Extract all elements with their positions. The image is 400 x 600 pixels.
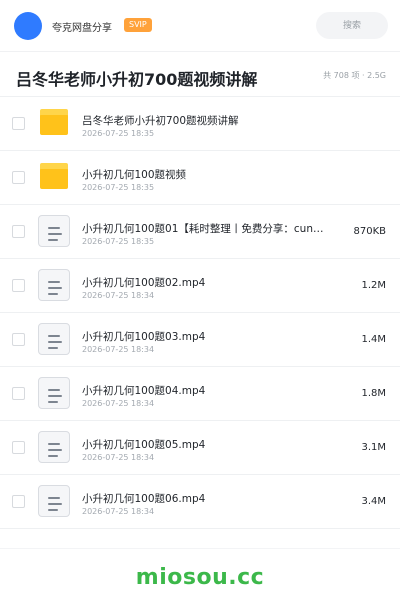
file-date: 2026-07-25 18:35: [82, 183, 155, 192]
file-size: 1.2M: [361, 280, 386, 291]
file-name: 小升初几何100题06.mp4: [82, 493, 206, 505]
list-item[interactable]: 小升初几何100题06.mp4 2026-07-25 18:34 3.4M: [0, 475, 400, 529]
select-checkbox[interactable]: [12, 333, 25, 346]
document-icon: [38, 269, 70, 301]
file-size: 3.1M: [361, 442, 386, 453]
file-size: 870KB: [353, 226, 386, 237]
list-item[interactable]: 小升初几何100题01【耗时整理丨免费分享：cun… 2026-07-25 18…: [0, 205, 400, 259]
file-size: 1.8M: [361, 388, 386, 399]
select-checkbox[interactable]: [12, 387, 25, 400]
file-size: 3.4M: [361, 496, 386, 507]
document-icon: [38, 377, 70, 409]
avatar[interactable]: [14, 12, 42, 40]
file-size: 1.4M: [361, 334, 386, 345]
file-date: 2026-07-25 18:34: [82, 345, 155, 354]
folder-icon: [40, 109, 68, 135]
file-name: 小升初几何100题04.mp4: [82, 385, 206, 397]
file-date: 2026-07-25 18:35: [82, 129, 155, 138]
page-title: 吕冬华老师小升初700题视频讲解: [16, 70, 258, 89]
list-item[interactable]: 小升初几何100题03.mp4 2026-07-25 18:34 1.4M: [0, 313, 400, 367]
select-checkbox[interactable]: [12, 279, 25, 292]
list-item[interactable]: 小升初几何100题04.mp4 2026-07-25 18:34 1.8M: [0, 367, 400, 421]
file-date: 2026-07-25 18:34: [82, 453, 155, 462]
watermark: miosou.cc: [135, 565, 265, 590]
file-name: 吕冬华老师小升初700题视频讲解: [82, 115, 239, 127]
file-list: 吕冬华老师小升初700题视频讲解 2026-07-25 18:35 小升初几何1…: [0, 97, 400, 529]
document-icon: [38, 431, 70, 463]
file-name: 小升初几何100题视频: [82, 169, 187, 181]
top-bar: 夸克网盘分享 SVIP 搜索: [0, 0, 400, 52]
select-checkbox[interactable]: [12, 117, 25, 130]
select-checkbox[interactable]: [12, 495, 25, 508]
select-checkbox[interactable]: [12, 171, 25, 184]
share-username: 夸克网盘分享: [52, 23, 112, 34]
file-date: 2026-07-25 18:34: [82, 507, 155, 516]
list-item[interactable]: 小升初几何100题05.mp4 2026-07-25 18:34 3.1M: [0, 421, 400, 475]
file-name: 小升初几何100题01【耗时整理丨免费分享：cun…: [82, 223, 324, 235]
svip-badge: SVIP: [124, 18, 152, 32]
file-name: 小升初几何100题02.mp4: [82, 277, 206, 289]
search-button[interactable]: 搜索: [316, 12, 388, 39]
list-item[interactable]: 小升初几何100题02.mp4 2026-07-25 18:34 1.2M: [0, 259, 400, 313]
document-icon: [38, 485, 70, 517]
file-name: 小升初几何100题05.mp4: [82, 439, 206, 451]
folder-icon: [40, 163, 68, 189]
list-item[interactable]: 吕冬华老师小升初700题视频讲解 2026-07-25 18:35: [0, 97, 400, 151]
document-icon: [38, 215, 70, 247]
file-date: 2026-07-25 18:34: [82, 399, 155, 408]
list-item[interactable]: 小升初几何100题视频 2026-07-25 18:35: [0, 151, 400, 205]
file-date: 2026-07-25 18:34: [82, 291, 155, 300]
select-checkbox[interactable]: [12, 441, 25, 454]
file-name: 小升初几何100题03.mp4: [82, 331, 206, 343]
file-date: 2026-07-25 18:35: [82, 237, 155, 246]
folder-meta: 共 708 项 · 2.5G: [323, 71, 386, 80]
select-checkbox[interactable]: [12, 225, 25, 238]
document-icon: [38, 323, 70, 355]
